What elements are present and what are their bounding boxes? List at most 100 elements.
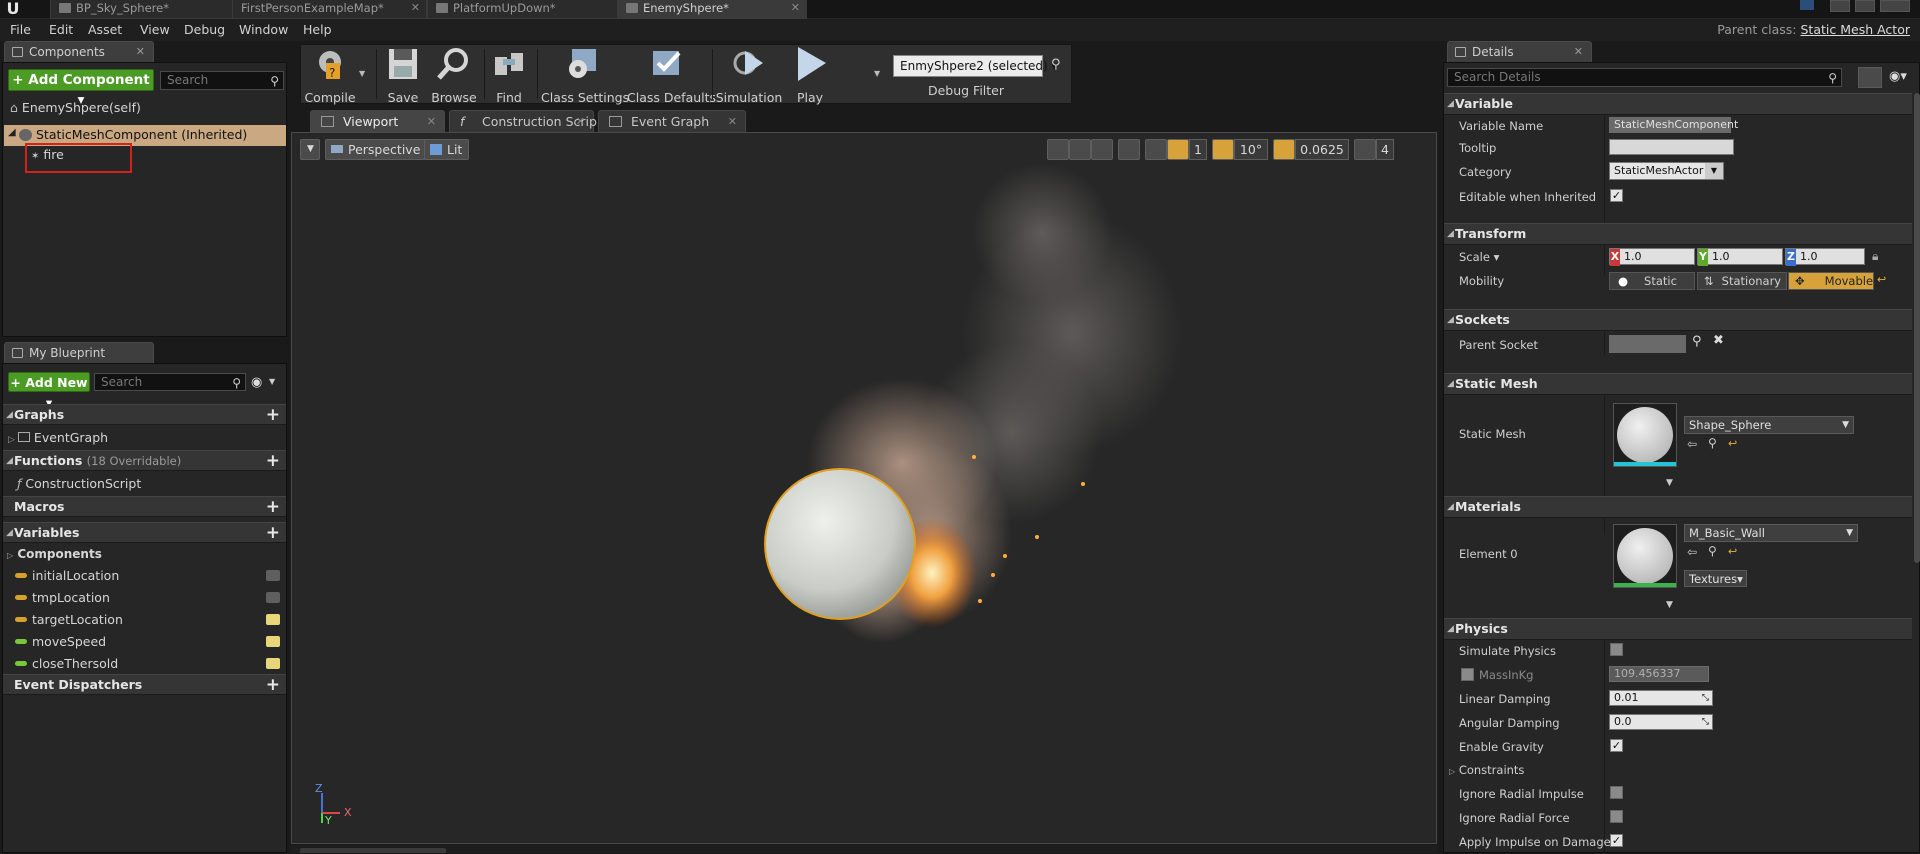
- construction-script-item[interactable]: ƒ ConstructionScript: [17, 476, 141, 491]
- eye-icon[interactable]: ◉: [251, 375, 267, 390]
- minimize-button[interactable]: [1830, 0, 1850, 12]
- use-selected-arrow-icon[interactable]: ⇦: [1687, 545, 1697, 559]
- graphs-section[interactable]: ◢ Graphs +: [3, 404, 286, 425]
- parent-socket-field[interactable]: [1609, 335, 1686, 353]
- notification-icon[interactable]: [1800, 0, 1814, 10]
- browse-button[interactable]: Browse: [429, 47, 479, 105]
- reset-to-default-icon[interactable]: ↩: [1877, 273, 1886, 286]
- find-button[interactable]: Find: [487, 47, 531, 105]
- tab-construction-script[interactable]: f Construction Scrip ✕: [449, 110, 597, 132]
- close-icon[interactable]: ✕: [728, 111, 737, 132]
- variable-row[interactable]: initialLocation: [3, 565, 286, 587]
- doc-tab-enemyshpere[interactable]: EnemyShpere* ✕: [617, 0, 807, 19]
- mobility-static-button[interactable]: ● Static: [1609, 272, 1695, 290]
- mobility-movable-button[interactable]: ✥ Movable: [1788, 272, 1874, 290]
- simulate-physics-checkbox[interactable]: [1610, 643, 1623, 656]
- add-function-icon[interactable]: +: [266, 451, 280, 471]
- add-variable-icon[interactable]: +: [266, 523, 280, 543]
- tab-viewport[interactable]: Viewport ✕: [310, 110, 445, 132]
- property-matrix-icon[interactable]: [1858, 67, 1882, 88]
- scale-snap-value[interactable]: 0.0625: [1295, 139, 1349, 160]
- viewport[interactable]: Z X Y ▼ Perspective Lit 1 10° 0.0625 4: [291, 132, 1437, 844]
- add-component-button[interactable]: + Add Component ▾: [8, 69, 154, 108]
- details-search-input[interactable]: Search Details ⚲: [1447, 68, 1842, 87]
- constraints-row[interactable]: ▷ Constraints: [1449, 763, 1524, 777]
- visibility-eye-icon[interactable]: [266, 658, 280, 669]
- class-settings-button[interactable]: Class Settings: [541, 47, 629, 105]
- play-button[interactable]: Play: [788, 47, 832, 105]
- debug-find-icon[interactable]: ⚲: [1051, 57, 1061, 72]
- viewport-options-button[interactable]: ▼: [300, 139, 320, 160]
- static-mesh-thumbnail[interactable]: [1613, 403, 1677, 467]
- menu-window[interactable]: Window: [239, 22, 288, 37]
- ignore-radial-force-checkbox[interactable]: [1610, 810, 1623, 823]
- material-thumbnail[interactable]: [1613, 524, 1677, 588]
- compile-button[interactable]: ? Compile: [303, 47, 357, 105]
- doc-tab-bp-sky-sphere[interactable]: BP_Sky_Sphere*✕: [50, 0, 255, 19]
- visibility-eye-icon[interactable]: [266, 614, 280, 625]
- camera-speed-icon[interactable]: [1354, 139, 1376, 160]
- close-icon[interactable]: ✕: [136, 42, 145, 62]
- world-local-icon[interactable]: [1118, 139, 1140, 160]
- scale-label[interactable]: Scale ▾: [1459, 250, 1499, 264]
- blueprint-search-input[interactable]: Search ⚲: [94, 373, 246, 391]
- event-dispatchers-section[interactable]: Event Dispatchers +: [3, 674, 286, 695]
- enable-gravity-checkbox[interactable]: ✓: [1610, 739, 1623, 752]
- scale-mode-icon[interactable]: [1091, 139, 1113, 160]
- scale-x-field[interactable]: X 1.0: [1609, 248, 1695, 266]
- scale-z-field[interactable]: Z 1.0: [1785, 248, 1865, 266]
- event-graph-item[interactable]: ▷ EventGraph: [8, 430, 108, 445]
- expand-advanced-icon[interactable]: ▼: [1666, 600, 1673, 610]
- doc-tab-firstperson-map[interactable]: FirstPersonExampleMap* ✕: [232, 0, 427, 19]
- compile-options-chevron-icon[interactable]: ▼: [359, 69, 365, 78]
- variable-section[interactable]: ◢ Variable: [1444, 93, 1912, 115]
- apply-impulse-damage-checkbox[interactable]: ✓: [1610, 834, 1623, 847]
- sockets-section[interactable]: ◢ Sockets: [1444, 309, 1912, 331]
- add-graph-icon[interactable]: +: [266, 405, 280, 425]
- physics-section[interactable]: ◢ Physics: [1444, 618, 1912, 640]
- menu-help[interactable]: Help: [303, 22, 332, 37]
- debug-object-select[interactable]: EnmyShpere2 (selected) ▾: [893, 55, 1058, 77]
- editable-inherited-checkbox[interactable]: ✓: [1610, 189, 1623, 202]
- mass-override-checkbox[interactable]: [1461, 668, 1474, 681]
- visibility-eye-icon[interactable]: [266, 592, 280, 603]
- tab-my-blueprint[interactable]: My Blueprint: [4, 342, 154, 363]
- reset-to-default-icon[interactable]: ↩: [1728, 545, 1737, 558]
- browse-socket-icon[interactable]: ⚲: [1692, 334, 1702, 349]
- use-selected-arrow-icon[interactable]: ⇦: [1687, 437, 1697, 451]
- tab-event-graph[interactable]: Event Graph ✕: [598, 110, 746, 132]
- clear-socket-icon[interactable]: ✖: [1713, 333, 1724, 348]
- play-options-chevron-icon[interactable]: ▼: [874, 69, 880, 78]
- variable-row[interactable]: closeThersold: [3, 653, 286, 675]
- maximize-button[interactable]: [1855, 0, 1875, 12]
- eye-icon[interactable]: ◉▾: [1889, 69, 1907, 84]
- close-icon[interactable]: ✕: [1574, 42, 1583, 62]
- grid-snap-icon[interactable]: [1167, 139, 1189, 160]
- camera-speed-value[interactable]: 4: [1376, 139, 1394, 160]
- browse-asset-icon[interactable]: ⚲: [1708, 544, 1717, 558]
- menu-debug[interactable]: Debug: [184, 22, 225, 37]
- details-scrollbar[interactable]: [1914, 93, 1920, 563]
- functions-section[interactable]: ◢ Functions (18 Overridable) +: [3, 450, 286, 471]
- class-defaults-button[interactable]: Class Defaults: [627, 47, 716, 105]
- menu-file[interactable]: File: [10, 22, 31, 37]
- components-category[interactable]: ▷ Components: [7, 547, 102, 561]
- rotation-snap-value[interactable]: 10°: [1234, 139, 1268, 160]
- angular-damping-field[interactable]: 0.0 ⤡: [1609, 714, 1713, 730]
- scale-y-field[interactable]: Y 1.0: [1697, 248, 1783, 266]
- parent-class-link[interactable]: Static Mesh Actor: [1801, 22, 1911, 37]
- expand-arrow-icon[interactable]: ◢: [8, 127, 16, 138]
- close-icon[interactable]: ✕: [427, 111, 436, 132]
- self-item[interactable]: ⌂ EnemyShpere(self): [10, 100, 141, 115]
- lit-button[interactable]: Lit: [424, 139, 470, 160]
- menu-view[interactable]: View: [140, 22, 170, 37]
- variable-row[interactable]: moveSpeed: [3, 631, 286, 653]
- textures-button[interactable]: Textures▾: [1684, 570, 1747, 587]
- mobility-stationary-button[interactable]: ⇅ Stationary: [1697, 272, 1787, 290]
- transform-section[interactable]: ◢ Transform: [1444, 223, 1912, 245]
- tab-components[interactable]: Components ✕: [4, 41, 154, 62]
- macros-section[interactable]: Macros +: [3, 496, 286, 517]
- tooltip-field[interactable]: [1609, 139, 1734, 155]
- translate-mode-icon[interactable]: [1047, 139, 1069, 160]
- lock-icon[interactable]: 🔒︎: [1872, 249, 1878, 264]
